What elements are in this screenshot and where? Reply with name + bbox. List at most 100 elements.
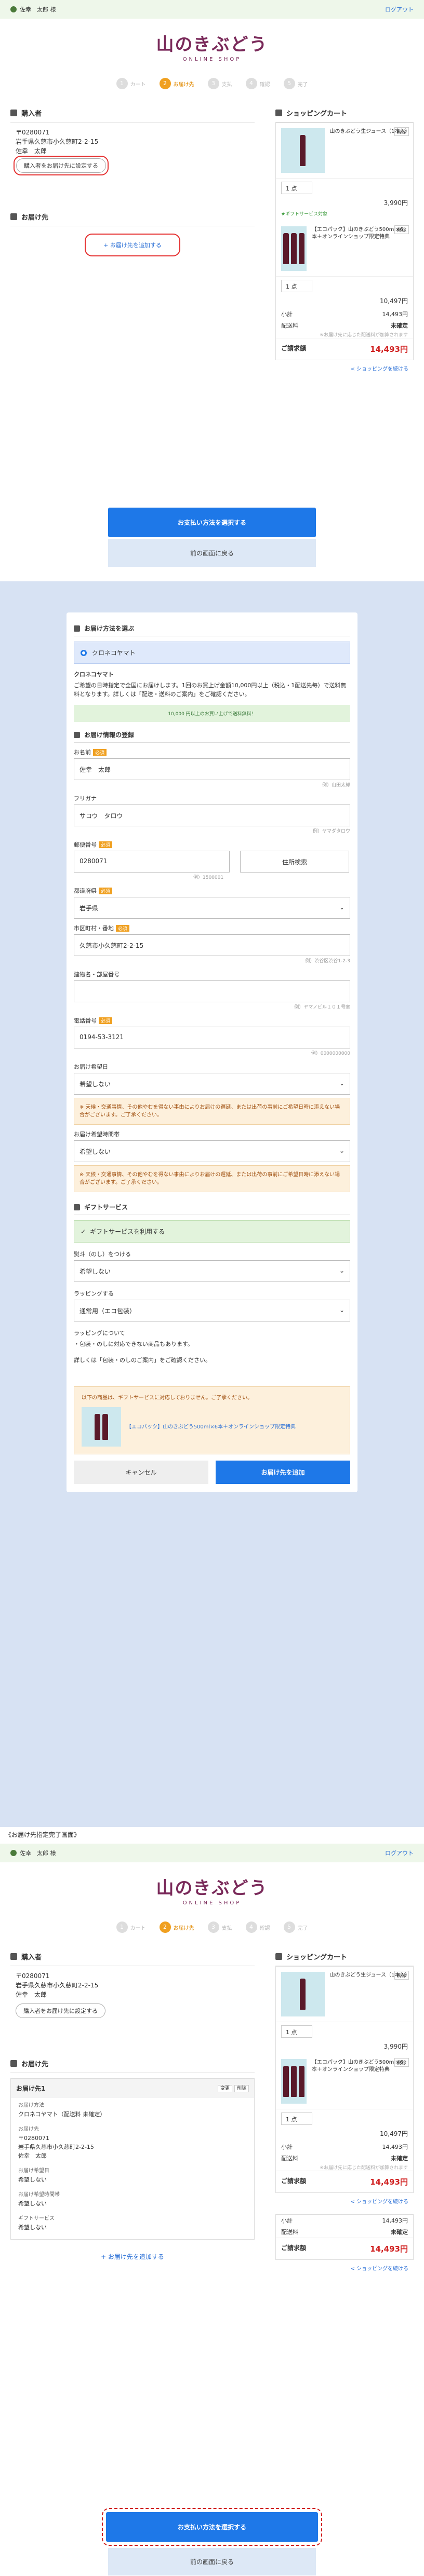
quantity-select[interactable]: 1 点 <box>281 280 312 292</box>
item-price: 10,497円 <box>380 2130 408 2137</box>
step-number: 3 <box>207 78 219 89</box>
form-icon <box>74 731 80 738</box>
step-2: 2 お届け先 <box>159 1921 194 1933</box>
cart-title: ショッピングカート <box>286 1954 348 1961</box>
address-search-button[interactable]: 住所検索 <box>240 851 349 873</box>
add-destination-link[interactable]: + お届け先を追加する <box>10 2245 255 2268</box>
cart-heading: ショッピングカート <box>275 103 414 122</box>
step-number: 4 <box>245 78 257 89</box>
step-3: 3 支払 <box>207 78 232 89</box>
method-title: お届け方法を選ぶ <box>84 625 135 632</box>
date-select[interactable]: 希望しない ⌄ <box>74 1073 350 1095</box>
logo[interactable]: 山のきぶどう ONLINE SHOP <box>0 1862 424 1916</box>
step-number: 4 <box>245 1921 257 1933</box>
time-value: 希望しない <box>80 1148 111 1155</box>
name-field[interactable]: 佐幸 太郎 <box>74 758 350 780</box>
fee-note: ※お届け先に応じた配送料が加算されます <box>320 333 408 338</box>
kana-field[interactable]: サコウ タロウ <box>74 805 350 826</box>
buyer-heading: 購入者 <box>10 103 255 122</box>
building-label: 建物名・部屋番号 <box>74 970 350 978</box>
kana-label: フリガナ <box>74 794 350 802</box>
step-number: 1 <box>116 1921 128 1933</box>
zip-field[interactable]: 0280071 <box>74 851 230 873</box>
delete-button[interactable]: 削除 <box>394 127 409 136</box>
wrap-select[interactable]: 通常用（エコ包装） ⌄ <box>74 1300 350 1321</box>
carrier-radio[interactable]: クロネコヤマト <box>74 642 350 664</box>
shipping-heading: お届け先 <box>10 207 255 226</box>
date-info: お届け希望日 希望しない <box>11 2163 254 2187</box>
product-name[interactable]: 【エコパック】山のきぶどう500ml×6本＋オンラインショップ限定特典 <box>312 2059 408 2104</box>
quantity-select[interactable]: 1 点 <box>281 2112 312 2125</box>
select-payment-button[interactable]: お支払い方法を選択する <box>106 2512 318 2542</box>
user-icon <box>10 1850 17 1856</box>
buyer-zip: 〒0280071 <box>16 1972 50 1980</box>
date-warning: ※ 天候・交通事情、その他やむを得ない事由によりお届けの遅延、または出荷の事前に… <box>74 1098 350 1125</box>
no-gift-item[interactable]: 【エコパック】山のきぶどう500ml×6本＋オンラインショップ限定特典 <box>126 1423 296 1431</box>
destination-card: お届け先1 変更 削除 お届け方法 クロネコヤマト（配送料 未確定） お届け先 〒028… <box>10 2078 255 2240</box>
subtotal-label: 小計 <box>281 2144 293 2150</box>
delete-button[interactable]: 削除 <box>234 2085 249 2092</box>
time-warning: ※ 天候・交通事情、その他やむを得ない事由によりお届けの遅延、または出荷の事前に… <box>74 1165 350 1192</box>
noshi-select[interactable]: 希望しない ⌄ <box>74 1260 350 1282</box>
gift-info: ギフトサービス 希望しない <box>11 2211 254 2239</box>
delete-button[interactable]: 削除 <box>394 1971 409 1980</box>
label-text: お届け希望時間帯 <box>74 1131 120 1138</box>
subtotal-value: 14,493円 <box>382 2144 408 2150</box>
section-initial: 佐幸 太郎 様 ログアウト 山のきぶどう ONLINE SHOP 1 カート 2 お届… <box>0 0 424 581</box>
delete-button[interactable]: 削除 <box>394 2058 409 2067</box>
date-label: お届け希望日 <box>74 1062 350 1071</box>
set-buyer-as-recipient-button[interactable]: 購入者をお届け先に設定する <box>16 2003 105 2018</box>
progress-steps: 1 カート 2 お届け先 3 支払 4 確認 5 完了 <box>0 1916 424 1938</box>
building-field[interactable] <box>74 980 350 1002</box>
zip-hint: 例）1500001 <box>193 875 224 880</box>
user-info: 佐幸 太郎 様 <box>10 1849 56 1857</box>
logo[interactable]: 山のきぶどう ONLINE SHOP <box>0 19 424 73</box>
quantity-select[interactable]: 1 点 <box>281 182 312 194</box>
buyer-addr: 岩手県久慈市小久慈町2-2-15 <box>16 138 99 145</box>
continue-shopping-link[interactable]: < ショッピングを続ける <box>275 2193 414 2209</box>
tel-label: 電話番号 必須 <box>74 1016 350 1025</box>
date-value: 希望しない <box>18 2176 47 2183</box>
back-button[interactable]: 前の画面に戻る <box>108 2548 316 2575</box>
product-name[interactable]: 【エコパック】山のきぶどう500ml×6本＋オンラインショップ限定特典 <box>312 226 408 271</box>
carrier-description: ご希望の日時指定で全国にお届けします。1回のお買上げ金額10,000円以上（税込… <box>74 682 347 698</box>
logo-sub: ONLINE SHOP <box>182 57 242 62</box>
label-text: 熨斗（のし）をつける <box>74 1251 131 1258</box>
label-text: お届け希望日 <box>74 1064 108 1070</box>
edit-button[interactable]: 変更 <box>217 2085 232 2092</box>
add-destination-button[interactable]: + お届け先を追加する <box>87 236 178 254</box>
section-completed: 佐幸 太郎 様 ログアウト 山のきぶどう ONLINE SHOP 1 カート 2 お届… <box>0 1844 424 2576</box>
delete-button[interactable]: 削除 <box>394 225 409 234</box>
step-4: 4 確認 <box>245 1921 270 1933</box>
pref-select[interactable]: 岩手県 ⌄ <box>74 897 350 919</box>
building-hint: 例）ヤマノビル１０１号室 <box>294 1005 350 1010</box>
set-buyer-as-recipient-button[interactable]: 購入者をお届け先に設定する <box>16 158 106 173</box>
gift-checkbox[interactable]: ✓ ギフトサービスを利用する <box>74 1220 350 1243</box>
item-price: 10,497円 <box>380 297 408 305</box>
buyer-zip: 〒0280071 <box>16 129 50 136</box>
city-field[interactable]: 久慈市小久慈町2-2-15 <box>74 934 350 956</box>
logout-link[interactable]: ログアウト <box>385 1849 414 1857</box>
quantity-select[interactable]: 1 点 <box>281 2025 312 2038</box>
label-text: 都道府県 <box>74 888 97 894</box>
pref-value: 岩手県 <box>80 905 99 912</box>
select-payment-button[interactable]: お支払い方法を選択する <box>108 508 316 537</box>
tel-field[interactable]: 0194-53-3121 <box>74 1027 350 1048</box>
cancel-button[interactable]: キャンセル <box>74 1461 208 1484</box>
checkmark-icon: ✓ <box>81 1228 86 1235</box>
continue-shopping-link[interactable]: < ショッピングを続ける <box>275 2260 414 2276</box>
no-gift-box: 以下の商品は、ギフトサービスに対応しておりません。ご了承ください。 【エコパック… <box>74 1386 350 1454</box>
buyer-address: 〒0280071 岩手県久慈市小久慈町2-2-15 佐幸 太郎 <box>10 1966 255 1999</box>
time-select[interactable]: 希望しない ⌄ <box>74 1140 350 1162</box>
continue-shopping-link[interactable]: < ショッピングを続ける <box>275 360 414 376</box>
back-button[interactable]: 前の画面に戻る <box>108 539 316 567</box>
truck-icon <box>10 213 17 220</box>
submit-destination-button[interactable]: お届け先を追加 <box>216 1461 350 1484</box>
person-icon <box>10 1953 17 1960</box>
subtotal-value: 14,493円 <box>382 311 408 318</box>
time-value: 希望しない <box>18 2200 47 2207</box>
chevron-down-icon: ⌄ <box>339 904 344 911</box>
fee-label: 配送料 <box>281 2229 298 2236</box>
logout-link[interactable]: ログアウト <box>385 5 414 13</box>
free-shipping-banner: 10,000 円以上のお買い上げで送料無料！ <box>74 705 350 722</box>
